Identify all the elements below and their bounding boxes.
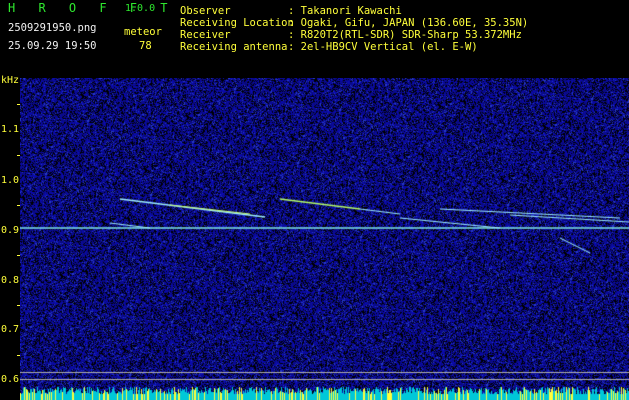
app-version: 1.0.0	[125, 3, 156, 14]
info-value-antenna: : 2el-HB9CV Vertical (el. E-W)	[288, 41, 478, 53]
info-value-location: : Ogaki, Gifu, JAPAN (136.60E, 35.35N)	[288, 17, 529, 29]
file-name: 2509291950.png	[8, 22, 97, 34]
y-tick-label: 0.8	[1, 275, 20, 286]
info-key-antenna: Receiving antenna	[180, 41, 288, 53]
spectrogram-canvas	[20, 78, 629, 400]
y-tick-label: 0.9	[1, 225, 20, 236]
y-tick-label: 1.0	[1, 175, 20, 186]
y-axis-unit: kHz	[1, 75, 20, 86]
meteor-label: meteor	[124, 26, 162, 38]
info-key-receiver: Receiver	[180, 29, 231, 41]
y-tick-label: 0.6	[1, 374, 20, 385]
y-tick-label: 0.7	[1, 324, 20, 335]
file-datetime: 25.09.29 19:50	[8, 40, 97, 52]
info-value-observer: : Takanori Kawachi	[288, 5, 402, 17]
meteor-count: 78	[139, 40, 152, 52]
info-value-receiver: : R820T2(RTL-SDR) SDR-Sharp 53.372MHz	[288, 29, 522, 41]
info-key-observer: Observer	[180, 5, 231, 17]
info-key-location: Receiving Location	[180, 17, 294, 29]
y-tick-label: 1.1	[1, 124, 20, 135]
hrofft-spectrogram-window: H R O F F T 1.0.0 2509291950.png 25.09.2…	[0, 0, 629, 400]
